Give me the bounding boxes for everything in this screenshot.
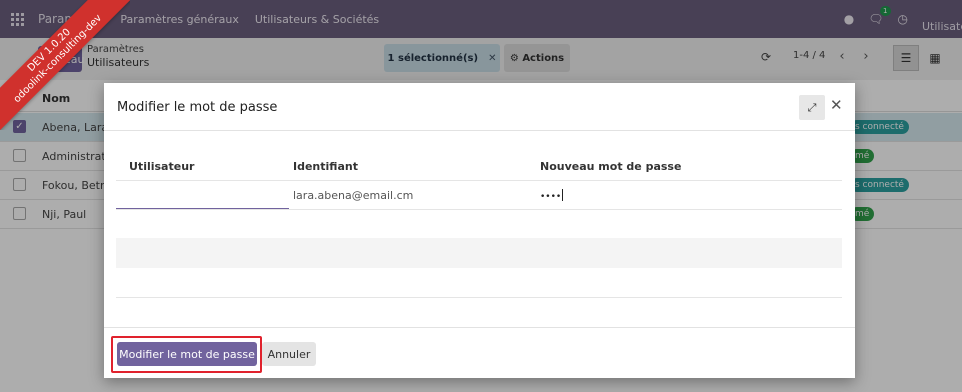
column-new-password-header: Nouveau mot de passe <box>540 160 682 173</box>
dev-ribbon-db: odoolink-consulting-dev <box>11 12 105 106</box>
new-password-field[interactable]: •••• <box>540 189 564 202</box>
close-icon[interactable]: ✕ <box>830 96 843 114</box>
login-value: lara.abena@email.cm <box>293 189 414 202</box>
dialog-header: Modifier le mot de passe ⤢ ✕ <box>104 83 855 131</box>
grid-divider <box>116 180 842 181</box>
column-user-header: Utilisateur <box>129 160 195 173</box>
dev-ribbon: DEV 1.0.20 odoolink-consulting-dev <box>0 0 130 130</box>
grid-divider <box>116 297 842 298</box>
cancel-button[interactable]: Annuler <box>262 342 316 366</box>
dialog-footer-divider <box>104 327 855 328</box>
empty-row <box>116 238 842 268</box>
expand-icon[interactable]: ⤢ <box>799 95 825 120</box>
dev-ribbon-text: DEV 1.0.20 odoolink-consulting-dev <box>0 0 130 130</box>
grid-divider <box>116 209 842 210</box>
new-password-value: •••• <box>540 192 562 202</box>
text-caret <box>562 189 564 201</box>
change-password-dialog: Modifier le mot de passe ⤢ ✕ Utilisateur… <box>104 83 855 378</box>
column-login-header: Identifiant <box>293 160 358 173</box>
change-password-button[interactable]: Modifier le mot de passe <box>117 342 257 366</box>
user-field[interactable] <box>116 182 289 209</box>
dialog-title: Modifier le mot de passe <box>117 100 278 115</box>
